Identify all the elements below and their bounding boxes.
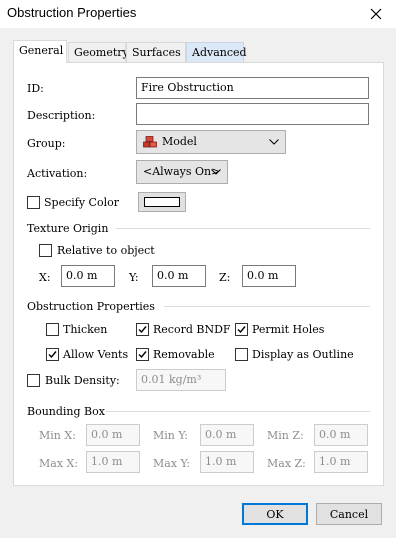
tab-general-label: General bbox=[19, 44, 64, 57]
min-z-label: Min Z: bbox=[267, 429, 304, 442]
chevron-down-icon bbox=[211, 169, 221, 175]
texture-z-label: Z: bbox=[219, 271, 231, 284]
tab-advanced[interactable]: Advanced bbox=[186, 42, 247, 62]
id-field[interactable]: Fire Obstruction bbox=[136, 77, 369, 99]
allow-vents-label: Allow Vents bbox=[63, 348, 129, 361]
bounding-box-heading: Bounding Box bbox=[27, 405, 105, 418]
bricks-icon bbox=[143, 136, 157, 148]
texture-origin-heading: Texture Origin bbox=[27, 222, 109, 235]
min-y-field[interactable]: 0.0 m bbox=[200, 424, 254, 446]
close-icon bbox=[370, 8, 382, 20]
tab-advanced-label: Advanced bbox=[192, 46, 247, 59]
record-bndf-label: Record BNDF bbox=[153, 323, 231, 336]
permit-holes-label: Permit Holes bbox=[252, 323, 325, 336]
tab-surfaces-label: Surfaces bbox=[132, 46, 181, 59]
description-label: Description: bbox=[27, 109, 96, 122]
thicken-label: Thicken bbox=[63, 323, 108, 336]
tab-geometry-label: Geometry bbox=[74, 46, 129, 59]
activation-select-value: <Always On> bbox=[143, 165, 221, 178]
cancel-button[interactable]: Cancel bbox=[316, 503, 382, 525]
removable-checkbox[interactable] bbox=[136, 348, 149, 361]
max-z-field[interactable]: 1.0 m bbox=[314, 451, 368, 473]
separator bbox=[116, 228, 370, 229]
display-as-outline-label: Display as Outline bbox=[252, 348, 354, 361]
min-x-field[interactable]: 0.0 m bbox=[86, 424, 140, 446]
texture-x-label: X: bbox=[39, 271, 51, 284]
ok-button[interactable]: OK bbox=[242, 503, 308, 525]
checkmark-icon bbox=[48, 351, 57, 359]
group-label: Group: bbox=[27, 137, 66, 150]
checkmark-icon bbox=[237, 326, 246, 334]
relative-to-object-label: Relative to object bbox=[57, 244, 155, 257]
bulk-density-checkbox[interactable] bbox=[27, 374, 40, 387]
obstruction-properties-heading: Obstruction Properties bbox=[27, 300, 155, 313]
color-picker-button[interactable] bbox=[138, 192, 186, 212]
activation-label: Activation: bbox=[27, 167, 88, 180]
tab-general[interactable]: General bbox=[13, 40, 67, 63]
texture-z-field[interactable]: 0.0 m bbox=[242, 265, 296, 287]
relative-to-object-checkbox[interactable] bbox=[39, 244, 52, 257]
permit-holes-checkbox[interactable] bbox=[235, 323, 248, 336]
id-label: ID: bbox=[27, 82, 44, 95]
title-bar: Obstruction Properties bbox=[0, 0, 396, 28]
record-bndf-checkbox[interactable] bbox=[136, 323, 149, 336]
allow-vents-checkbox[interactable] bbox=[46, 348, 59, 361]
max-x-label: Max X: bbox=[39, 457, 79, 470]
window-title: Obstruction Properties bbox=[7, 5, 137, 20]
color-swatch bbox=[144, 197, 180, 207]
texture-y-label: Y: bbox=[129, 271, 139, 284]
texture-y-field[interactable]: 0.0 m bbox=[152, 265, 206, 287]
checkmark-icon bbox=[138, 351, 147, 359]
min-y-label: Min Y: bbox=[153, 429, 188, 442]
separator bbox=[164, 306, 370, 307]
display-as-outline-checkbox[interactable] bbox=[235, 348, 248, 361]
max-z-label: Max Z: bbox=[267, 457, 306, 470]
general-panel: ID: Fire Obstruction Description: Group:… bbox=[13, 62, 384, 486]
max-y-label: Max Y: bbox=[153, 457, 191, 470]
bulk-density-label: Bulk Density: bbox=[45, 374, 120, 387]
texture-x-field[interactable]: 0.0 m bbox=[61, 265, 115, 287]
description-field[interactable] bbox=[136, 103, 369, 125]
activation-select[interactable]: <Always On> bbox=[136, 160, 228, 184]
separator bbox=[106, 411, 370, 412]
bulk-density-field[interactable]: 0.01 kg/m³ bbox=[136, 369, 226, 391]
specify-color-label: Specify Color bbox=[44, 196, 119, 209]
group-select-value: Model bbox=[162, 135, 197, 148]
checkmark-icon bbox=[138, 326, 147, 334]
close-button[interactable] bbox=[356, 0, 396, 28]
specify-color-checkbox[interactable] bbox=[27, 196, 40, 209]
max-x-field[interactable]: 1.0 m bbox=[86, 451, 140, 473]
min-z-field[interactable]: 0.0 m bbox=[314, 424, 368, 446]
tab-surfaces[interactable]: Surfaces bbox=[126, 42, 186, 62]
min-x-label: Min X: bbox=[39, 429, 76, 442]
chevron-down-icon bbox=[269, 139, 279, 145]
max-y-field[interactable]: 1.0 m bbox=[200, 451, 254, 473]
group-select[interactable]: Model bbox=[136, 130, 286, 154]
thicken-checkbox[interactable] bbox=[46, 323, 59, 336]
removable-label: Removable bbox=[153, 348, 215, 361]
tab-geometry[interactable]: Geometry bbox=[68, 42, 129, 62]
